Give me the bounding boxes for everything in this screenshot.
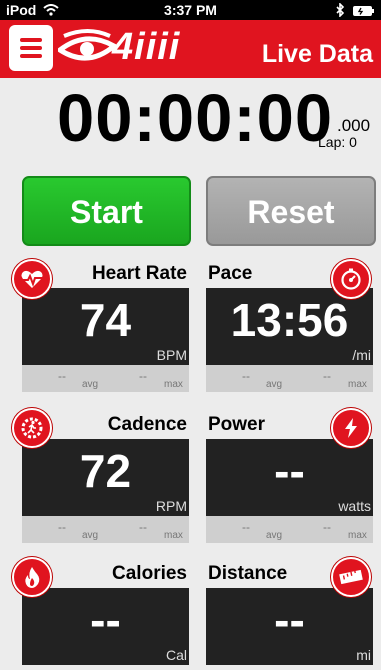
heart-rate-screen: 74 BPM — [22, 288, 189, 365]
reset-button[interactable]: Reset — [206, 176, 376, 246]
pace-max-label: max — [348, 379, 367, 390]
runner-gear-icon — [12, 408, 52, 448]
menu-icon-line-3 — [20, 54, 42, 58]
stopwatch-icon — [331, 259, 371, 299]
heart-rate-label: Heart Rate — [91, 263, 187, 284]
cadence-label: Cadence — [107, 414, 187, 435]
cadence-avg-label: avg — [82, 530, 99, 541]
cadence-screen: 72 RPM — [22, 439, 189, 516]
pace-max-value: -- — [323, 369, 331, 383]
power-label: Power — [208, 414, 266, 435]
power-value: -- — [274, 445, 305, 497]
cadence-max-label: max — [164, 530, 183, 541]
heart-rate-unit: BPM — [156, 347, 187, 363]
lap-counter: Lap: 0 — [318, 134, 357, 150]
power-screen: -- watts — [206, 439, 373, 516]
distance-unit: mi — [356, 647, 371, 663]
cadence-stats: -- avg -- max — [22, 516, 189, 543]
flame-icon — [12, 557, 52, 597]
pace-screen: 13:56 /mi — [206, 288, 373, 365]
power-max-value: -- — [323, 520, 331, 534]
power-unit: watts — [338, 498, 371, 514]
timer-display: 00:00:00 .000 Lap: 0 — [0, 81, 381, 168]
logo-text: 4iiii — [112, 26, 181, 68]
status-bar: iPod 3:37 PM — [0, 0, 381, 20]
power-avg-value: -- — [242, 520, 250, 534]
pace-stats: -- avg -- max — [206, 365, 373, 392]
heart-rate-max-label: max — [164, 379, 183, 390]
heart-rate-avg-label: avg — [82, 379, 99, 390]
calories-label: Calories — [112, 563, 187, 584]
brand-logo: 4iiii — [58, 26, 203, 70]
heart-rate-max-value: -- — [139, 369, 147, 383]
status-time: 3:37 PM — [164, 2, 217, 18]
ruler-icon — [331, 557, 371, 597]
menu-button[interactable] — [9, 25, 53, 71]
app-bar: 4iiii Live Data — [0, 20, 381, 78]
power-stats: -- avg -- max — [206, 516, 373, 543]
menu-icon — [20, 38, 42, 42]
cadence-value: 72 — [79, 445, 132, 497]
heart-rate-stats: -- avg -- max — [22, 365, 189, 392]
eye-logo-icon — [58, 29, 116, 61]
status-right — [336, 2, 375, 20]
heart-rate-avg-value: -- — [58, 369, 66, 383]
calories-screen: -- Cal — [22, 588, 189, 665]
cadence-avg-value: -- — [58, 520, 66, 534]
distance-value: -- — [274, 594, 305, 646]
page-title: Live Data — [261, 40, 373, 68]
menu-icon-line-2 — [20, 46, 42, 50]
power-avg-label: avg — [266, 530, 283, 541]
battery-icon — [353, 6, 374, 16]
timer-clock: 00:00:00 — [57, 81, 334, 156]
distance-label: Distance — [208, 563, 288, 584]
heart-rate-icon — [12, 259, 52, 299]
pace-label: Pace — [208, 263, 253, 284]
start-button[interactable]: Start — [22, 176, 191, 246]
pace-avg-value: -- — [242, 369, 250, 383]
bluetooth-icon — [336, 2, 345, 18]
timer-fraction: .000 — [337, 116, 371, 135]
lightning-icon — [331, 408, 371, 448]
heart-rate-value: 74 — [79, 294, 132, 346]
distance-screen: -- mi — [206, 588, 373, 665]
power-max-label: max — [348, 530, 367, 541]
calories-unit: Cal — [165, 647, 187, 663]
pace-value: 13:56 — [230, 294, 349, 346]
calories-value: -- — [90, 594, 121, 646]
pace-avg-label: avg — [266, 379, 283, 390]
pace-unit: /mi — [352, 347, 371, 363]
cadence-max-value: -- — [139, 520, 147, 534]
cadence-unit: RPM — [155, 498, 187, 514]
